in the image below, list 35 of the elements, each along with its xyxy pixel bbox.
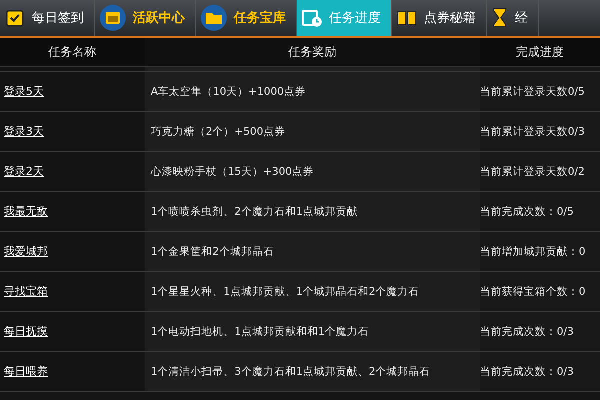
tab[interactable]: 每日签到 (0, 0, 95, 36)
tab[interactable]: 点券秘籍 (392, 0, 487, 36)
progress-text: 当前累计登录天数0/2 (480, 164, 585, 178)
progress-text: 当前获得宝箱个数：0 (480, 284, 586, 298)
tab[interactable]: 活跃中心 (95, 0, 196, 36)
column-header: 完成进度 (516, 44, 564, 60)
task-link[interactable]: 我最无敌 (4, 204, 48, 219)
progress-text: 当前完成次数：0/5 (480, 204, 574, 218)
reward-text: 1个金果筐和2个城邦晶石 (151, 244, 274, 258)
progress-text: 当前累计登录天数0/3 (480, 124, 585, 138)
hourglass-icon (491, 7, 509, 29)
reward-text: 1个喷喷杀虫剂、2个魔力石和1点城邦贡献 (151, 204, 358, 218)
task-link[interactable]: 每日抚摸 (4, 324, 48, 339)
task-link[interactable]: 每日喂养 (4, 364, 48, 379)
tab[interactable]: 任务宝库 (196, 0, 297, 36)
progress-text: 当前增加城邦贡献：0 (480, 244, 586, 258)
reward-text: A车太空隼（10天）+1000点券 (151, 84, 306, 98)
progress-text: 当前完成次数：0/3 (480, 324, 574, 338)
reward-text: 巧克力糖（2个）+500点券 (151, 124, 286, 138)
reward-text: 1个电动扫地机、1点城邦贡献和和1个魔力石 (151, 324, 370, 338)
progress-text: 当前完成次数：0/3 (480, 364, 574, 378)
task-link[interactable]: 登录3天 (4, 124, 44, 139)
column-header: 任务奖励 (288, 44, 336, 60)
task-link[interactable]: 寻找宝箱 (4, 284, 48, 299)
folder-icon (200, 4, 228, 32)
reward-text: 1个清洁小扫帚、3个魔力石和1点城邦贡献、2个城邦晶石 (151, 364, 431, 378)
task-link[interactable]: 登录2天 (4, 164, 44, 179)
calendar-clock-icon (301, 7, 323, 29)
column-header: 任务名称 (48, 44, 96, 60)
task-link[interactable]: 我爱城邦 (4, 244, 48, 259)
reward-text: 心漆映粉手杖（15天）+300点券 (151, 164, 314, 178)
tab[interactable]: 经 (487, 0, 539, 36)
reward-text: 1个星星火种、1点城邦贡献、1个城邦晶石和2个魔力石 (151, 284, 420, 298)
progress-text: 当前累计登录天数0/5 (480, 84, 585, 98)
task-link[interactable]: 登录5天 (4, 84, 44, 99)
